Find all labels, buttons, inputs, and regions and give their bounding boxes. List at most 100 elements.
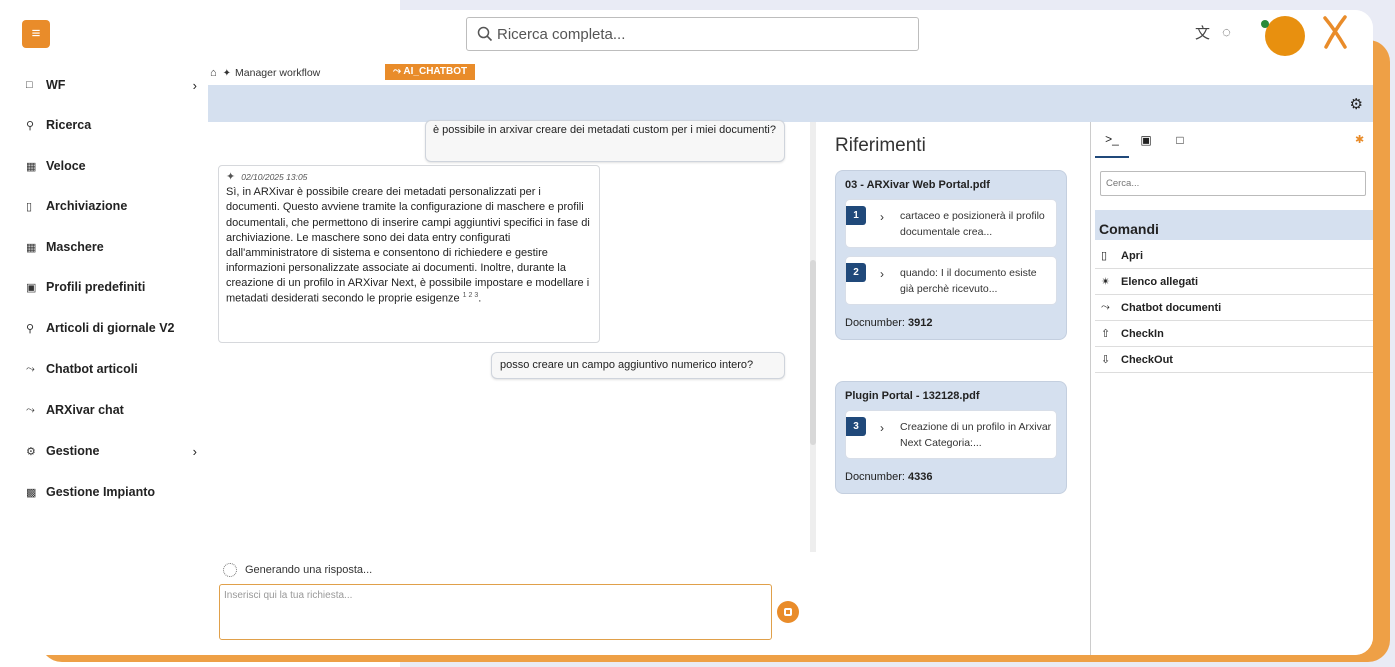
avatar[interactable] <box>1265 16 1305 56</box>
reference-file-name[interactable]: Plugin Portal - 132128.pdf <box>836 382 1066 410</box>
chevron-right-icon: › <box>192 77 197 93</box>
reference-number: 1 <box>846 206 866 225</box>
file-icon: □ <box>1176 133 1184 147</box>
command-checkin[interactable]: ⇧ CheckIn <box>1095 321 1373 347</box>
reference-snippet: cartaceo e posizionerà il profilo docume… <box>900 210 1045 238</box>
gears-icon: ⚙ <box>26 445 36 458</box>
pin-icon[interactable]: ✱ <box>1355 133 1364 146</box>
global-search[interactable] <box>466 17 919 51</box>
command-label: Apri <box>1121 249 1143 262</box>
sidebar-item-articoli-di-giornale[interactable]: ⚲ Articoli di giornale V2 <box>15 313 205 343</box>
sidebar-item-label: Gestione <box>46 444 100 458</box>
ai-wand-icon: ⤳ <box>393 66 404 77</box>
sidebar-item-label: Archiviazione <box>46 199 128 213</box>
sidebar-item-label: ARXivar chat <box>46 403 124 417</box>
global-search-input[interactable] <box>497 25 877 43</box>
image-icon: ▣ <box>1140 133 1152 147</box>
workflow-icon: ✦ <box>222 67 232 79</box>
sidebar-item-gestione[interactable]: ⚙ Gestione › <box>15 436 205 466</box>
chevron-right-icon: › <box>880 210 884 224</box>
reference-docnumber: Docnumber: 4336 <box>836 467 1066 493</box>
docnumber-label: Docnumber: <box>845 471 905 483</box>
hamburger-menu-button[interactable]: ≡ <box>22 20 50 48</box>
chevron-right-icon: › <box>880 421 884 435</box>
command-apri[interactable]: ▯ Apri <box>1095 243 1373 269</box>
sidebar-item-wf[interactable]: □ WF › <box>15 70 205 100</box>
folder-icon: □ <box>26 79 33 91</box>
reference-file-name[interactable]: 03 - ARXivar Web Portal.pdf <box>836 171 1066 199</box>
search-icon <box>477 26 493 42</box>
sidebar: □ WF › ⚲ Ricerca ▦ Veloce ▯ Archiviazion… <box>15 56 205 655</box>
tab-file[interactable]: □ <box>1163 122 1197 158</box>
ai-sparkle-icon: ✦ <box>226 171 236 183</box>
sidebar-item-maschere[interactable]: ▦ Maschere <box>15 232 205 262</box>
tab-terminal[interactable]: >_ <box>1095 122 1129 158</box>
stop-generation-button[interactable] <box>777 601 799 623</box>
reference-item[interactable]: 2 › quando: I il documento esiste già pe… <box>845 256 1057 305</box>
command-label: CheckIn <box>1121 327 1164 340</box>
commands-section-title: Comandi <box>1095 210 1373 240</box>
chat-scrollbar-thumb[interactable] <box>810 260 816 445</box>
user-message-text: posso creare un campo aggiuntivo numeric… <box>500 359 754 371</box>
command-chatbot-documenti[interactable]: ⤳ Chatbot documenti <box>1095 295 1373 321</box>
sidebar-item-profili-predefiniti[interactable]: ▣ Profili predefiniti <box>15 272 205 302</box>
upload-icon: ⇧ <box>1101 328 1111 340</box>
briefcase-icon: ▣ <box>26 281 37 294</box>
sidebar-item-label: Ricerca <box>46 118 92 132</box>
sidebar-item-label: WF <box>46 78 66 92</box>
settings-gear-icon[interactable]: ⚙ <box>1350 95 1363 113</box>
docnumber-value: 3912 <box>907 317 933 329</box>
file-icon: ▯ <box>1101 250 1108 262</box>
command-elenco-allegati[interactable]: ✴ Elenco allegati <box>1095 269 1373 295</box>
sidebar-item-veloce[interactable]: ▦ Veloce <box>15 151 205 181</box>
search-text-icon: ⚲ <box>26 322 35 335</box>
top-icon-group: 文 ◌ <box>1195 22 1231 43</box>
sidebar-item-gestione-impianto[interactable]: ▩ Gestione Impianto <box>15 477 205 507</box>
sidebar-item-label: Chatbot articoli <box>46 362 138 376</box>
search-icon: ⚲ <box>26 119 35 132</box>
reference-card: Plugin Portal - 132128.pdf 3 › Creazione… <box>835 381 1067 494</box>
reference-item[interactable]: 3 › Creazione di un profilo in Arxivar N… <box>845 410 1057 459</box>
references-title: Riferimenti <box>835 135 926 156</box>
toolbar: ⚙ <box>208 85 1373 122</box>
sidebar-item-label: Articoli di giornale V2 <box>46 321 175 335</box>
chevron-right-icon: › <box>880 267 884 281</box>
translate-icon[interactable]: 文 <box>1195 22 1210 43</box>
reference-docnumber: Docnumber: 3912 <box>836 313 1066 339</box>
sidebar-item-arxivar-chat[interactable]: ⤳ ARXivar chat <box>15 395 205 425</box>
user-avatar-wrap[interactable] <box>1261 16 1307 58</box>
reference-snippet: Creazione di un profilo in Arxivar Next … <box>900 421 1052 449</box>
generating-text: Generando una risposta... <box>245 564 373 576</box>
commands-search[interactable] <box>1100 171 1366 196</box>
ai-wand-icon: ⤳ <box>1101 301 1110 313</box>
tab-ai-chatbot-label: AI_CHATBOT <box>403 66 468 77</box>
chevron-right-icon: › <box>192 443 197 459</box>
home-icon[interactable]: ⌂ <box>210 67 217 79</box>
prompt-box[interactable] <box>219 584 772 640</box>
sidebar-item-archiviazione[interactable]: ▯ Archiviazione <box>15 191 205 221</box>
breadcrumb-workflow[interactable]: Manager workflow <box>235 67 320 79</box>
docnumber-label: Docnumber: <box>845 317 905 329</box>
factory-icon: ▩ <box>26 486 37 499</box>
sidebar-item-chatbot-articoli[interactable]: ⤳ Chatbot articoli <box>15 354 205 384</box>
prompt-input[interactable] <box>224 590 767 634</box>
commands-search-input[interactable] <box>1106 178 1346 189</box>
reference-number: 3 <box>846 417 866 436</box>
bot-message-meta: ✦ 02/10/2025 13:05 <box>226 170 592 185</box>
reference-item[interactable]: 1 › cartaceo e posizionerà il profilo do… <box>845 199 1057 248</box>
chat-bubbles-icon[interactable]: ◌ <box>1222 24 1231 41</box>
terminal-icon: >_ <box>1105 132 1119 146</box>
stop-icon <box>784 608 792 616</box>
bot-message-text: Sì, in ARXivar è possibile creare dei me… <box>226 186 590 306</box>
tab-ai-chatbot[interactable]: ⤳ AI_CHATBOT <box>385 64 476 80</box>
grid-icon: ▦ <box>26 241 37 254</box>
sidebar-item-label: Gestione Impianto <box>46 485 156 499</box>
citation-links[interactable]: 1 2 3 <box>463 292 479 299</box>
tab-image[interactable]: ▣ <box>1129 122 1163 158</box>
bot-message-bubble: ✦ 02/10/2025 13:05 Sì, in ARXivar è poss… <box>218 165 600 343</box>
app-window: ≡ 文 ◌ □ WF › ⚲ Ricerca ▦ <box>15 10 1373 655</box>
reference-card: 03 - ARXivar Web Portal.pdf 1 › cartaceo… <box>835 170 1067 340</box>
sidebar-item-ricerca[interactable]: ⚲ Ricerca <box>15 110 205 140</box>
online-status-dot <box>1261 20 1269 28</box>
command-checkout[interactable]: ⇩ CheckOut <box>1095 347 1373 373</box>
